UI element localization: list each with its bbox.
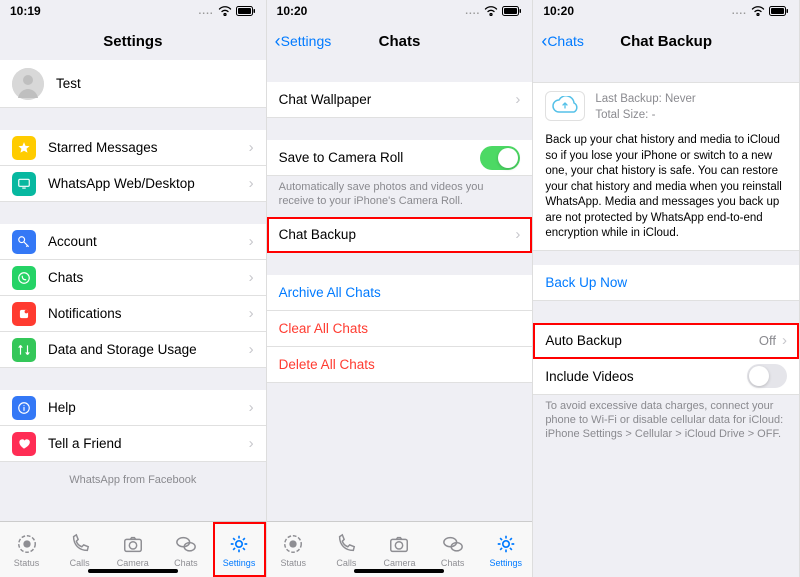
battery-icon	[236, 6, 256, 16]
auto-backup-value: Off	[759, 333, 776, 348]
row-tell-friend[interactable]: Tell a Friend ›	[0, 426, 266, 462]
chevron-right-icon: ›	[515, 91, 520, 108]
chevron-right-icon: ›	[249, 269, 254, 286]
chevron-right-icon: ›	[249, 435, 254, 452]
signal-icon: ....	[465, 6, 480, 17]
battery-icon	[502, 6, 522, 16]
nav-bar: ‹ Settings Chats	[267, 22, 533, 60]
notification-icon	[12, 302, 36, 326]
tab-settings[interactable]: Settings	[479, 522, 532, 577]
wifi-icon	[218, 6, 232, 16]
data-charges-note: To avoid excessive data charges, connect…	[533, 395, 799, 450]
status-bar: 10:20 ....	[267, 0, 533, 22]
tab-bar: Status Calls Camera Chats Settings	[0, 521, 266, 577]
avatar	[12, 68, 44, 100]
backup-description: Back up your chat history and media to i…	[545, 133, 787, 242]
camera-roll-note: Automatically save photos and videos you…	[267, 176, 533, 217]
tab-settings[interactable]: Settings	[213, 522, 266, 577]
row-include-videos[interactable]: Include Videos	[533, 359, 799, 395]
chevron-right-icon: ›	[249, 341, 254, 358]
chats-pane: 10:20 .... ‹ Settings Chats Chat Wallpap…	[267, 0, 534, 577]
chevron-right-icon: ›	[782, 332, 787, 349]
battery-icon	[769, 6, 789, 16]
chevron-right-icon: ›	[249, 233, 254, 250]
chevron-right-icon: ›	[515, 226, 520, 243]
chat-backup-pane: 10:20 .... ‹ Chats Chat Backup Last Back…	[533, 0, 800, 577]
status-icon	[281, 532, 305, 556]
clock: 10:20	[543, 4, 574, 18]
row-chat-wallpaper[interactable]: Chat Wallpaper ›	[267, 82, 533, 118]
status-icon	[15, 532, 39, 556]
settings-pane: 10:19 .... Settings Test Starred Message…	[0, 0, 267, 577]
info-icon	[12, 396, 36, 420]
settings-icon	[227, 532, 251, 556]
tab-bar: Status Calls Camera Chats Settings	[267, 521, 533, 577]
toggle-camera-roll[interactable]	[480, 146, 520, 170]
row-auto-backup[interactable]: Auto Backup Off ›	[533, 323, 799, 359]
wifi-icon	[484, 6, 498, 16]
nav-bar: ‹ Chats Chat Backup	[533, 22, 799, 60]
chevron-right-icon: ›	[249, 399, 254, 416]
key-icon	[12, 230, 36, 254]
row-help[interactable]: Help ›	[0, 390, 266, 426]
home-indicator[interactable]	[354, 569, 444, 573]
tab-status[interactable]: Status	[0, 522, 53, 577]
row-clear-chats[interactable]: Clear All Chats	[267, 311, 533, 347]
desktop-icon	[12, 172, 36, 196]
backup-info-box: Last Backup: Never Total Size: - Back up…	[533, 82, 799, 251]
status-icons: ....	[732, 6, 789, 17]
row-chats[interactable]: Chats ›	[0, 260, 266, 296]
row-storage[interactable]: Data and Storage Usage ›	[0, 332, 266, 368]
chevron-right-icon: ›	[249, 175, 254, 192]
page-title: Settings	[103, 33, 162, 50]
status-icons: ....	[465, 6, 522, 17]
status-bar: 10:19 ....	[0, 0, 266, 22]
row-back-up-now[interactable]: Back Up Now	[533, 265, 799, 301]
row-whatsapp-web[interactable]: WhatsApp Web/Desktop ›	[0, 166, 266, 202]
phone-icon	[68, 532, 92, 556]
chats-icon	[441, 532, 465, 556]
toggle-include-videos[interactable]	[747, 364, 787, 388]
clock: 10:20	[277, 4, 308, 18]
signal-icon: ....	[732, 6, 747, 17]
signal-icon: ....	[199, 6, 214, 17]
page-title: Chats	[379, 33, 421, 50]
clock: 10:19	[10, 4, 41, 18]
nav-bar: Settings	[0, 22, 266, 60]
profile-row[interactable]: Test	[0, 60, 266, 108]
row-notifications[interactable]: Notifications ›	[0, 296, 266, 332]
row-archive-chats[interactable]: Archive All Chats	[267, 275, 533, 311]
row-account[interactable]: Account ›	[0, 224, 266, 260]
profile-name: Test	[56, 76, 254, 91]
camera-icon	[121, 532, 145, 556]
chevron-right-icon: ›	[249, 305, 254, 322]
status-icons: ....	[199, 6, 256, 17]
back-button[interactable]: ‹ Settings	[275, 31, 332, 52]
settings-icon	[494, 532, 518, 556]
back-button[interactable]: ‹ Chats	[541, 31, 584, 52]
row-chat-backup[interactable]: Chat Backup ›	[267, 217, 533, 253]
camera-icon	[387, 532, 411, 556]
person-icon	[12, 68, 44, 100]
page-title: Chat Backup	[620, 33, 712, 50]
heart-icon	[12, 432, 36, 456]
star-icon	[12, 136, 36, 160]
wifi-icon	[751, 6, 765, 16]
home-indicator[interactable]	[88, 569, 178, 573]
row-starred-messages[interactable]: Starred Messages ›	[0, 130, 266, 166]
chevron-right-icon: ›	[249, 139, 254, 156]
footer-text: WhatsApp from Facebook	[0, 474, 266, 486]
tab-status[interactable]: Status	[267, 522, 320, 577]
chats-icon	[174, 532, 198, 556]
row-delete-chats[interactable]: Delete All Chats	[267, 347, 533, 383]
status-bar: 10:20 ....	[533, 0, 799, 22]
row-save-camera-roll[interactable]: Save to Camera Roll	[267, 140, 533, 176]
data-usage-icon	[12, 338, 36, 362]
cloud-icon	[545, 91, 585, 121]
phone-icon	[334, 532, 358, 556]
whatsapp-icon	[12, 266, 36, 290]
backup-meta: Last Backup: Never Total Size: -	[595, 91, 695, 123]
